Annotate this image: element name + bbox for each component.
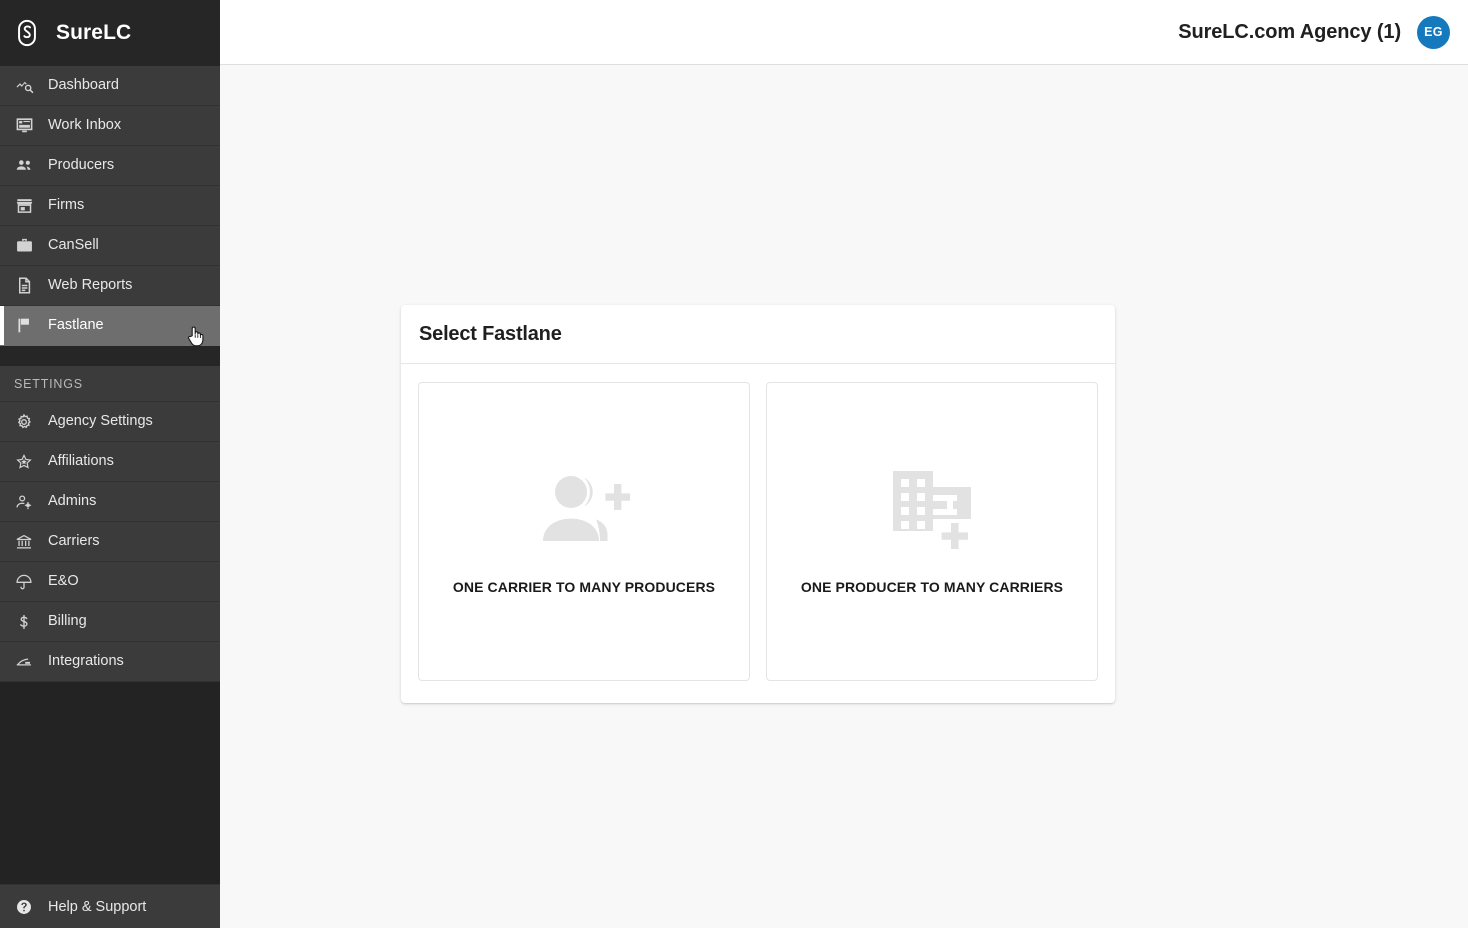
sidebar-item-label: Agency Settings <box>48 413 153 430</box>
sidebar-item-label: Carriers <box>48 533 100 550</box>
sidebar-item-label: Affiliations <box>48 453 114 470</box>
top-bar: SureLC.com Agency (1) EG <box>220 0 1468 65</box>
sidebar-settings-nav: Agency Settings Affiliations Admins Carr… <box>0 402 220 682</box>
monitor-inbox-icon <box>0 116 48 135</box>
sidebar-item-label: Admins <box>48 493 97 510</box>
sidebar-item-affiliations[interactable]: Affiliations <box>0 442 220 482</box>
sidebar-primary-nav: Dashboard Work Inbox Producers Firms Can… <box>0 66 220 346</box>
sidebar-item-label: Dashboard <box>48 77 119 94</box>
sidebar-item-fastlane[interactable]: Fastlane <box>0 306 220 346</box>
option-label: ONE CARRIER TO MANY PRODUCERS <box>452 579 716 595</box>
briefcase-icon <box>0 236 48 255</box>
sidebar-item-label: Help & Support <box>48 898 147 915</box>
select-fastlane-card: Select Fastlane ONE CARRIER TO MANY PROD… <box>401 305 1115 703</box>
integration-icon <box>0 653 48 671</box>
storefront-icon <box>0 196 48 215</box>
avatar[interactable]: EG <box>1417 15 1450 49</box>
app-root: SureLC Dashboard Work Inbox Producers Fi… <box>0 0 1468 928</box>
option-one-carrier-to-many-producers[interactable]: ONE CARRIER TO MANY PRODUCERS <box>418 382 750 681</box>
query-stats-icon <box>0 76 48 95</box>
option-one-producer-to-many-carriers[interactable]: ONE PRODUCER TO MANY CARRIERS <box>766 382 1098 681</box>
sidebar-filler <box>0 682 220 884</box>
sidebar-item-help-support[interactable]: Help & Support <box>0 884 220 928</box>
gear-icon <box>0 413 48 431</box>
sidebar-item-eo[interactable]: E&O <box>0 562 220 602</box>
sidebar-item-web-reports[interactable]: Web Reports <box>0 266 220 306</box>
option-label: ONE PRODUCER TO MANY CARRIERS <box>800 579 1064 595</box>
sidebar-item-admins[interactable]: Admins <box>0 482 220 522</box>
brand-header[interactable]: SureLC <box>0 0 220 66</box>
group-add-icon <box>538 465 630 555</box>
flag-icon <box>0 316 48 335</box>
sidebar-item-carriers[interactable]: Carriers <box>0 522 220 562</box>
sidebar-item-producers[interactable]: Producers <box>0 146 220 186</box>
sidebar-item-label: E&O <box>48 573 79 590</box>
bank-icon <box>0 533 48 551</box>
sidebar-divider <box>0 346 220 366</box>
sidebar-item-label: Billing <box>48 613 87 630</box>
award-star-icon <box>0 453 48 471</box>
people-icon <box>0 156 48 175</box>
sidebar-item-firms[interactable]: Firms <box>0 186 220 226</box>
sidebar-section-settings-header: SETTINGS <box>0 366 220 402</box>
person-gear-icon <box>0 493 48 511</box>
sidebar-item-dashboard[interactable]: Dashboard <box>0 66 220 106</box>
sidebar-item-cansell[interactable]: CanSell <box>0 226 220 266</box>
sidebar-item-label: Fastlane <box>48 317 104 334</box>
brand-name: SureLC <box>56 21 132 44</box>
main-region: SureLC.com Agency (1) EG Select Fastlane <box>220 0 1468 928</box>
sidebar-item-label: Work Inbox <box>48 117 122 134</box>
fastlane-options: ONE CARRIER TO MANY PRODUCERS ONE PRODUC… <box>401 364 1115 703</box>
sidebar-item-agency-settings[interactable]: Agency Settings <box>0 402 220 442</box>
sidebar-item-label: Producers <box>48 157 115 174</box>
help-circle-icon <box>0 898 48 916</box>
sidebar-item-label: Web Reports <box>48 277 133 294</box>
sidebar: SureLC Dashboard Work Inbox Producers Fi… <box>0 0 220 928</box>
content-area: Select Fastlane ONE CARRIER TO MANY PROD… <box>220 65 1468 928</box>
account-name: SureLC.com Agency (1) <box>1178 20 1401 43</box>
dollar-icon <box>0 613 48 631</box>
page-title: Select Fastlane <box>419 322 562 345</box>
card-header: Select Fastlane <box>401 305 1115 364</box>
document-icon <box>0 276 48 295</box>
sidebar-item-label: Firms <box>48 197 85 214</box>
sidebar-item-integrations[interactable]: Integrations <box>0 642 220 682</box>
umbrella-icon <box>0 573 48 591</box>
domain-add-icon <box>889 465 975 555</box>
surelc-logo-icon <box>12 18 42 48</box>
sidebar-item-label: Integrations <box>48 653 124 670</box>
avatar-initials: EG <box>1424 25 1443 39</box>
sidebar-section-label: SETTINGS <box>14 376 83 391</box>
sidebar-item-work-inbox[interactable]: Work Inbox <box>0 106 220 146</box>
sidebar-item-billing[interactable]: Billing <box>0 602 220 642</box>
sidebar-item-label: CanSell <box>48 237 99 254</box>
